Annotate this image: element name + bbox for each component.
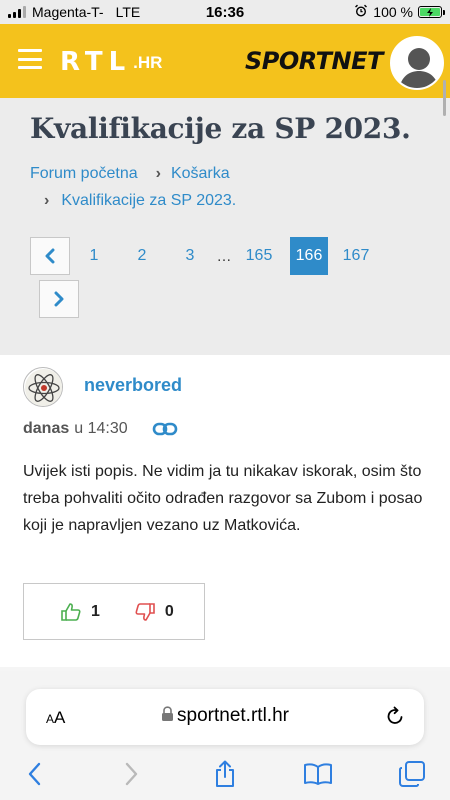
next-page-button[interactable] — [39, 280, 79, 318]
post-author-avatar[interactable] — [23, 367, 63, 407]
page-165[interactable]: 165 — [234, 237, 284, 275]
back-icon[interactable] — [20, 759, 50, 789]
breadcrumb-second-line: › Kvalifikacije za SP 2023. — [44, 192, 236, 210]
rtl-logo-hr: .HR — [133, 53, 163, 72]
page-title: Kvalifikacije za SP 2023. — [30, 112, 411, 145]
url-display[interactable]: sportnet.rtl.hr — [26, 705, 424, 727]
dislike-button[interactable]: 0 — [134, 602, 174, 622]
url-text: sportnet.rtl.hr — [177, 705, 289, 726]
breadcrumb-kosarka[interactable]: Košarka — [171, 165, 230, 183]
pagination: 1 2 3 … 165 166 167 — [30, 237, 378, 275]
tabs-icon[interactable] — [397, 759, 427, 789]
status-right: 100 % — [354, 4, 445, 21]
chevron-right-icon: › — [44, 192, 50, 209]
like-count: 1 — [91, 602, 100, 620]
browser-chrome: AA sportnet.rtl.hr — [0, 671, 450, 800]
chevron-left-icon — [45, 248, 55, 264]
breadcrumb-current-topic[interactable]: Kvalifikacije za SP 2023. — [61, 192, 236, 210]
page-1[interactable]: 1 — [70, 237, 118, 275]
atom-avatar-icon — [25, 369, 62, 406]
user-silhouette-icon — [392, 38, 442, 88]
page-166-current[interactable]: 166 — [290, 237, 328, 275]
site-header: RTL .HR SPORTNET — [0, 24, 450, 98]
user-avatar[interactable] — [390, 36, 444, 90]
post-date-day: danas — [23, 420, 70, 437]
page-2[interactable]: 2 — [118, 237, 166, 275]
lock-icon — [162, 706, 174, 721]
post-body: Uvijek isti popis. Ne vidim ja tu nikaka… — [23, 463, 423, 534]
page-ellipsis: … — [216, 247, 232, 265]
chevron-right-icon — [54, 291, 64, 307]
menu-icon[interactable] — [18, 49, 42, 69]
post-timestamp: danas u 14:30 — [23, 420, 178, 438]
page-167[interactable]: 167 — [334, 237, 378, 275]
forward-icon[interactable] — [116, 759, 146, 789]
alarm-icon — [354, 4, 368, 21]
status-bar: Magenta-T- LTE 16:36 100 % — [0, 0, 450, 24]
reload-icon[interactable] — [384, 705, 406, 732]
battery-icon — [418, 6, 445, 18]
share-icon[interactable] — [210, 759, 240, 789]
rtl-logo[interactable]: RTL .HR — [60, 47, 162, 77]
rtl-logo-text: RTL — [60, 47, 132, 77]
post-date-time: u 14:30 — [74, 420, 128, 437]
post-reactions: 1 0 — [23, 583, 205, 640]
permalink-icon[interactable] — [152, 420, 178, 438]
like-button[interactable]: 1 — [60, 602, 100, 622]
scroll-indicator — [443, 80, 446, 116]
thumbs-down-icon — [135, 602, 155, 621]
browser-toolbar — [0, 755, 450, 800]
post-username[interactable]: neverbored — [84, 375, 182, 396]
prev-page-button[interactable] — [30, 237, 70, 275]
chevron-right-icon: › — [155, 165, 161, 182]
page-3[interactable]: 3 — [166, 237, 214, 275]
breadcrumb: Forum početna › Košarka — [30, 165, 230, 183]
bookmarks-icon[interactable] — [303, 759, 333, 789]
breadcrumb-forum-home[interactable]: Forum početna — [30, 165, 138, 183]
dislike-count: 0 — [164, 602, 174, 620]
address-bar[interactable]: AA sportnet.rtl.hr — [26, 689, 424, 745]
battery-percent: 100 % — [373, 4, 413, 20]
sportnet-logo[interactable]: SPORTNET — [245, 47, 383, 75]
forum-post: neverbored danas u 14:30 Uvijek isti pop… — [0, 355, 450, 667]
thumbs-up-icon — [61, 602, 81, 621]
